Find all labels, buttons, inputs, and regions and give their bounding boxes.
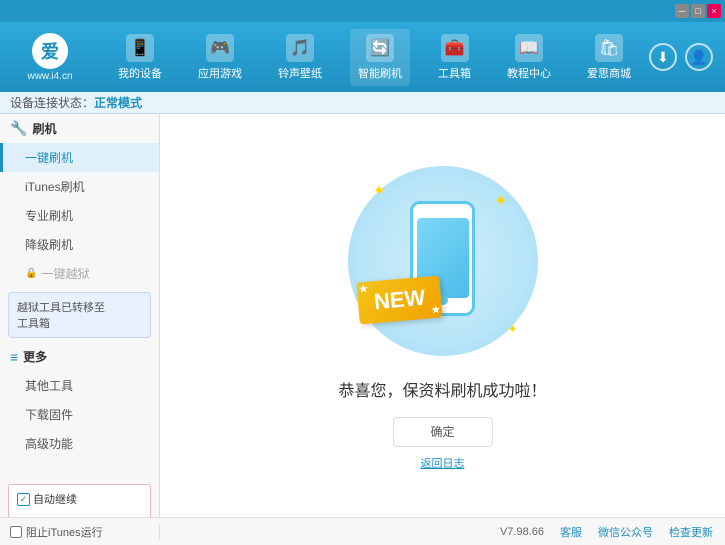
sparkle-1: ✦ — [373, 181, 386, 201]
sidebar: 🔧 刷机 一键刷机 iTunes刷机 专业刷机 降级刷机 🔒 一键越狱 越狱工具… — [0, 114, 160, 517]
stop-itunes-label: 阻止iTunes运行 — [26, 524, 103, 540]
nav-icon-smart-flash: 🔄 — [366, 34, 394, 62]
header: 爱 www.i4.cn 📱 我的设备 🎮 应用游戏 🎵 铃声壁纸 🔄 智能刷机 🧰 工具箱 📖 教程中… — [0, 22, 725, 92]
success-text: 恭喜您，保资料刷机成功啦！ — [338, 377, 546, 401]
nav-icon-tutorials: 📖 — [515, 34, 543, 62]
nav-item-toolbox[interactable]: 🧰 工具箱 — [430, 29, 479, 86]
bottom-right: V7.98.66 客服 微信公众号 检查更新 — [160, 524, 725, 540]
sidebar-item-itunes-flash[interactable]: iTunes刷机 — [0, 172, 159, 201]
nav-label-mall: 爱思商城 — [587, 65, 631, 81]
auto-follow-label: 自动继续 — [33, 491, 77, 507]
account-button[interactable]: 👤 — [685, 43, 713, 71]
success-illustration: NEW ✦ ✦ ✦ — [343, 161, 543, 361]
title-bar: ─ □ × — [0, 0, 725, 22]
nav-icon-my-device: 📱 — [126, 34, 154, 62]
back-to-log-link[interactable]: 返回日志 — [421, 455, 465, 471]
sidebar-section-flash[interactable]: 🔧 刷机 — [0, 114, 159, 143]
logo-area: 爱 www.i4.cn — [0, 33, 100, 82]
skip-wizard-checkbox[interactable]: ✓ 跳过向导 — [17, 515, 77, 517]
skip-wizard-label: 跳过向导 — [33, 515, 77, 517]
flash-section-icon: 🔧 — [10, 120, 27, 137]
auto-follow-box: ✓ — [17, 493, 30, 506]
auto-follow-checkbox[interactable]: ✓ 自动继续 — [17, 491, 77, 507]
sidebar-item-download-firmware[interactable]: 下载固件 — [0, 400, 159, 429]
nav-label-apps-games: 应用游戏 — [198, 65, 242, 81]
jailbreak-label: 一键越狱 — [41, 265, 89, 282]
sparkle-2: ✦ — [494, 191, 507, 211]
sidebar-item-other-tools[interactable]: 其他工具 — [0, 371, 159, 400]
nav-label-smart-flash: 智能刷机 — [358, 65, 402, 81]
logo-symbol: 爱 — [41, 38, 59, 64]
logo-text: www.i4.cn — [27, 71, 72, 82]
nav-right-area: ⬇ 👤 — [649, 43, 725, 71]
content-area: 🔧 刷机 一键刷机 iTunes刷机 专业刷机 降级刷机 🔒 一键越狱 越狱工具… — [0, 114, 725, 517]
nav-item-mall[interactable]: 🛍 爱思商城 — [579, 29, 639, 86]
new-ribbon-text: NEW — [356, 275, 443, 324]
lock-icon: 🔒 — [25, 268, 37, 279]
nav-label-toolbox: 工具箱 — [438, 65, 471, 81]
nav-icon-mall: 🛍 — [595, 34, 623, 62]
flash-section-label: 刷机 — [32, 120, 56, 137]
sidebar-item-advanced[interactable]: 高级功能 — [0, 429, 159, 458]
more-section-label: 更多 — [23, 348, 47, 365]
nav-label-tutorials: 教程中心 — [507, 65, 551, 81]
confirm-button[interactable]: 确定 — [393, 417, 493, 447]
sidebar-checkboxes: ✓ 自动继续 ✓ 跳过向导 — [8, 484, 151, 517]
support-link[interactable]: 客服 — [560, 524, 582, 540]
main-panel: NEW ✦ ✦ ✦ 恭喜您，保资料刷机成功啦！ 确定 返回日志 — [160, 114, 725, 517]
wechat-link[interactable]: 微信公众号 — [598, 524, 653, 540]
more-section-icon: ≡ — [10, 349, 18, 365]
nav-item-my-device[interactable]: 📱 我的设备 — [110, 29, 170, 86]
nav-label-ringtones: 铃声壁纸 — [278, 65, 322, 81]
nav-icon-apps-games: 🎮 — [206, 34, 234, 62]
sidebar-item-downgrade-flash[interactable]: 降级刷机 — [0, 230, 159, 259]
status-bar: 设备连接状态： 正常模式 — [0, 92, 725, 114]
close-button[interactable]: × — [707, 4, 721, 18]
sidebar-item-pro-flash[interactable]: 专业刷机 — [0, 201, 159, 230]
version-label: V7.98.66 — [500, 526, 544, 538]
stop-itunes-area: 阻止iTunes运行 — [0, 524, 160, 540]
stop-itunes-checkbox[interactable] — [10, 526, 22, 538]
bottom-bar: 阻止iTunes运行 V7.98.66 客服 微信公众号 检查更新 — [0, 517, 725, 545]
update-link[interactable]: 检查更新 — [669, 524, 713, 540]
sidebar-item-jailbreak: 🔒 一键越狱 — [0, 259, 159, 288]
sidebar-section-more[interactable]: ≡ 更多 — [0, 342, 159, 371]
nav-icon-toolbox: 🧰 — [441, 34, 469, 62]
sidebar-item-one-key-flash[interactable]: 一键刷机 — [0, 143, 159, 172]
nav-item-apps-games[interactable]: 🎮 应用游戏 — [190, 29, 250, 86]
nav-icon-ringtones: 🎵 — [286, 34, 314, 62]
skip-wizard-box: ✓ — [17, 517, 30, 518]
new-badge: NEW — [358, 279, 441, 321]
logo-icon: 爱 — [32, 33, 68, 69]
nav-items: 📱 我的设备 🎮 应用游戏 🎵 铃声壁纸 🔄 智能刷机 🧰 工具箱 📖 教程中心 🛍 爱思商城 — [100, 29, 649, 86]
nav-item-ringtones[interactable]: 🎵 铃声壁纸 — [270, 29, 330, 86]
jailbreak-sub-info: 越狱工具已转移至工具箱 — [8, 292, 151, 338]
sparkle-3: ✦ — [507, 322, 517, 336]
maximize-button[interactable]: □ — [691, 4, 705, 18]
minimize-button[interactable]: ─ — [675, 4, 689, 18]
status-value: 正常模式 — [94, 94, 142, 111]
status-label: 设备连接状态： — [10, 94, 94, 111]
download-button[interactable]: ⬇ — [649, 43, 677, 71]
nav-item-tutorials[interactable]: 📖 教程中心 — [499, 29, 559, 86]
nav-item-smart-flash[interactable]: 🔄 智能刷机 — [350, 29, 410, 86]
nav-label-my-device: 我的设备 — [118, 65, 162, 81]
